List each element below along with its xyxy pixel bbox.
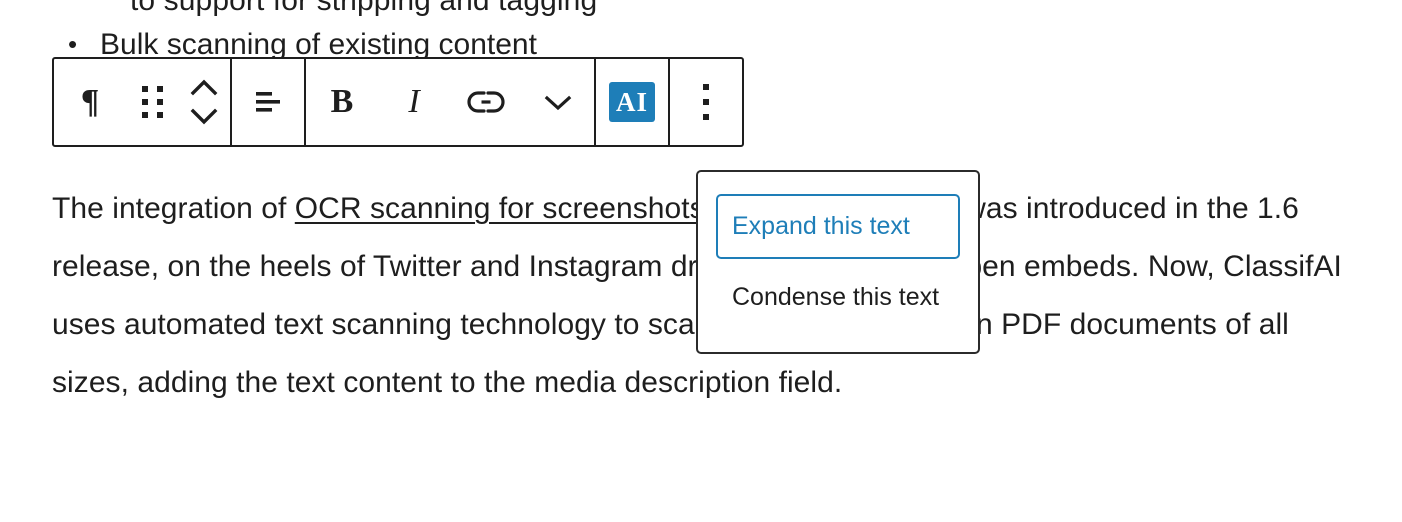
ai-menu-item-condense[interactable]: Condense this text [716,265,960,330]
link-icon [467,91,505,113]
toolbar-group-ai: AI [596,59,670,145]
block-type-button[interactable]: ¶ [54,59,126,145]
paragraph-icon: ¶ [80,83,100,120]
toolbar-group-align [232,59,306,145]
italic-icon: I [408,83,420,120]
toolbar-group-format: B I [306,59,596,145]
chevron-down-icon [544,95,572,111]
block-toolbar[interactable]: ¶ B I AI [52,57,744,147]
align-text-button[interactable] [232,59,304,145]
ai-menu-item-expand[interactable]: Expand this text [716,194,960,259]
drag-handle-button[interactable] [126,59,178,145]
drag-handle-icon [141,86,163,118]
more-options-button[interactable] [670,59,742,145]
ai-actions-popup[interactable]: Expand this text Condense this text [696,170,980,354]
chevron-up-down-icon [190,79,218,125]
more-formatting-button[interactable] [522,59,594,145]
ai-button[interactable]: AI [596,59,668,145]
ai-icon: AI [609,82,655,122]
italic-button[interactable]: I [378,59,450,145]
bold-icon: B [330,83,354,120]
toolbar-group-options [670,59,742,145]
link-button[interactable] [450,59,522,145]
move-updown-button[interactable] [178,59,230,145]
toolbar-group-block: ¶ [54,59,232,145]
align-text-icon [256,92,280,112]
bold-button[interactable]: B [306,59,378,145]
kebab-menu-icon [703,84,709,120]
paragraph-text-before-link: The integration of [52,192,295,225]
